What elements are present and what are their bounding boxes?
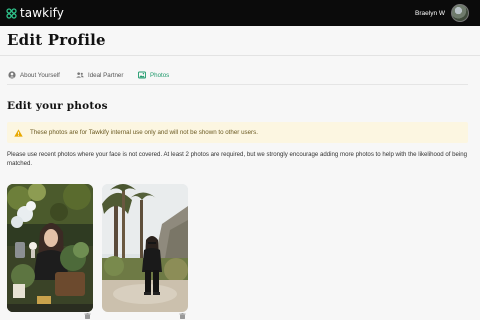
internal-use-notice: These photos are for Tawkify internal us… — [7, 122, 468, 143]
photo-instructions: Please use recent photos where your face… — [7, 151, 468, 167]
profile-photo-2[interactable] — [102, 184, 188, 312]
delete-icon[interactable] — [179, 313, 186, 319]
photo-image — [7, 184, 93, 312]
tab-label: Photos — [150, 71, 170, 79]
photo-image — [102, 184, 188, 312]
tab-label: Ideal Partner — [88, 71, 124, 79]
user-circle-icon — [8, 71, 16, 79]
tab-about-yourself[interactable]: About Yourself — [8, 66, 60, 84]
tab-photos[interactable]: Photos — [138, 66, 169, 84]
page-title: Edit Profile — [7, 31, 106, 49]
divider — [0, 55, 480, 56]
warning-icon — [14, 128, 23, 137]
brand-name: tawkify — [20, 6, 64, 20]
user-name: Braelyn W — [415, 9, 445, 17]
notice-text: These photos are for Tawkify internal us… — [30, 129, 258, 136]
image-icon — [138, 71, 146, 79]
tawkify-logo-icon — [6, 7, 17, 19]
profile-tabs: About Yourself Ideal Partner Photos — [0, 66, 480, 85]
divider — [7, 84, 468, 85]
avatar[interactable] — [451, 4, 469, 22]
delete-icon[interactable] — [84, 313, 91, 319]
brand-logo[interactable]: tawkify — [6, 5, 64, 21]
users-icon — [76, 72, 84, 78]
user-menu[interactable]: Braelyn W — [415, 4, 469, 22]
section-title: Edit your photos — [7, 100, 108, 112]
top-navigation-bar: tawkify Braelyn W — [0, 0, 480, 26]
profile-photo-1[interactable] — [7, 184, 93, 312]
tab-ideal-partner[interactable]: Ideal Partner — [76, 66, 123, 84]
tab-label: About Yourself — [20, 71, 60, 79]
